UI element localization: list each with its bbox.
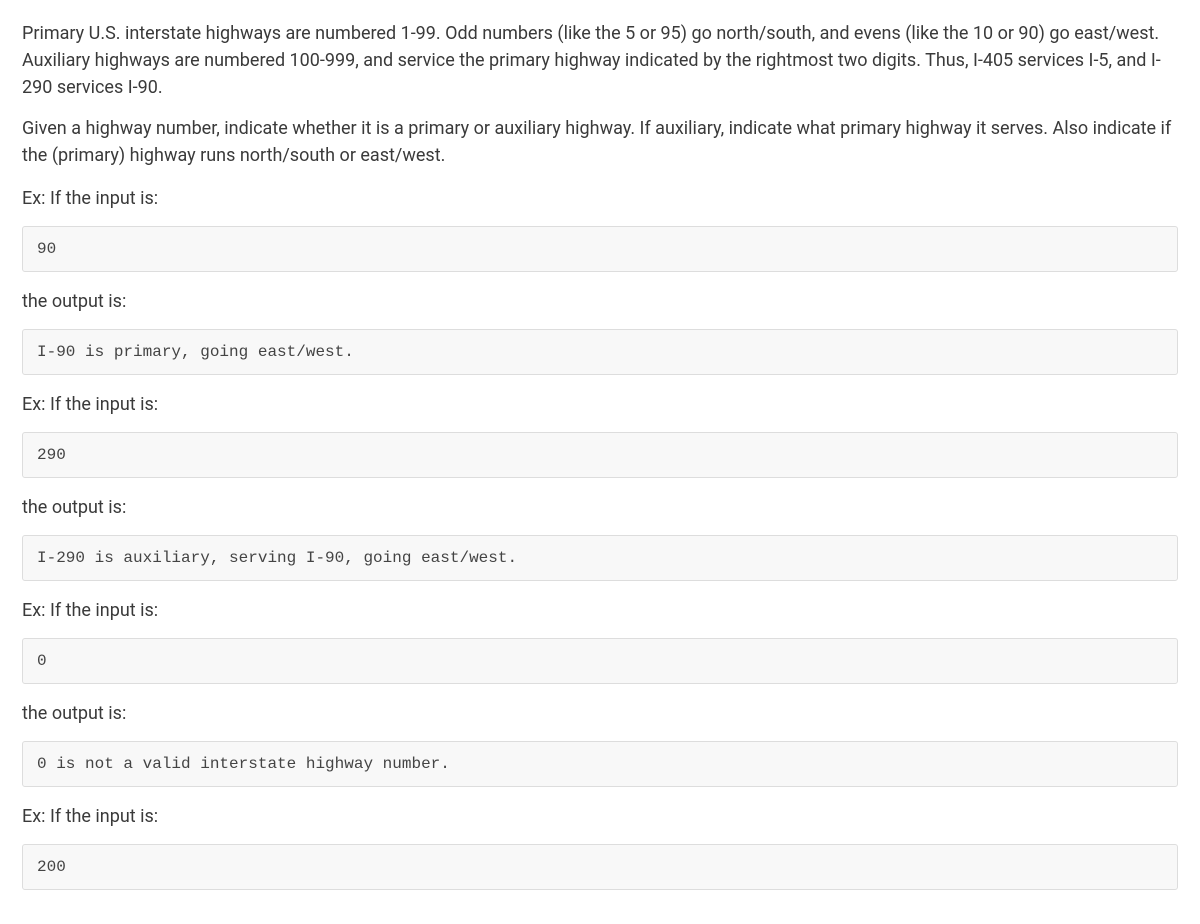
example-output-label: the output is: [22,288,1178,315]
example-output-code: 0 is not a valid interstate highway numb… [22,741,1178,787]
example-input-code: 200 [22,844,1178,890]
example-input-code: 90 [22,226,1178,272]
example-input-label: Ex: If the input is: [22,597,1178,624]
example-input-label: Ex: If the input is: [22,185,1178,212]
example-input-code: 290 [22,432,1178,478]
intro-paragraph-1: Primary U.S. interstate highways are num… [22,20,1178,101]
example-output-code: I-290 is auxiliary, serving I-90, going … [22,535,1178,581]
example-output-label: the output is: [22,700,1178,727]
example-output-label: the output is: [22,494,1178,521]
example-input-label: Ex: If the input is: [22,803,1178,830]
example-input-label: Ex: If the input is: [22,391,1178,418]
intro-paragraph-2: Given a highway number, indicate whether… [22,115,1178,169]
example-input-code: 0 [22,638,1178,684]
example-output-code: I-90 is primary, going east/west. [22,329,1178,375]
